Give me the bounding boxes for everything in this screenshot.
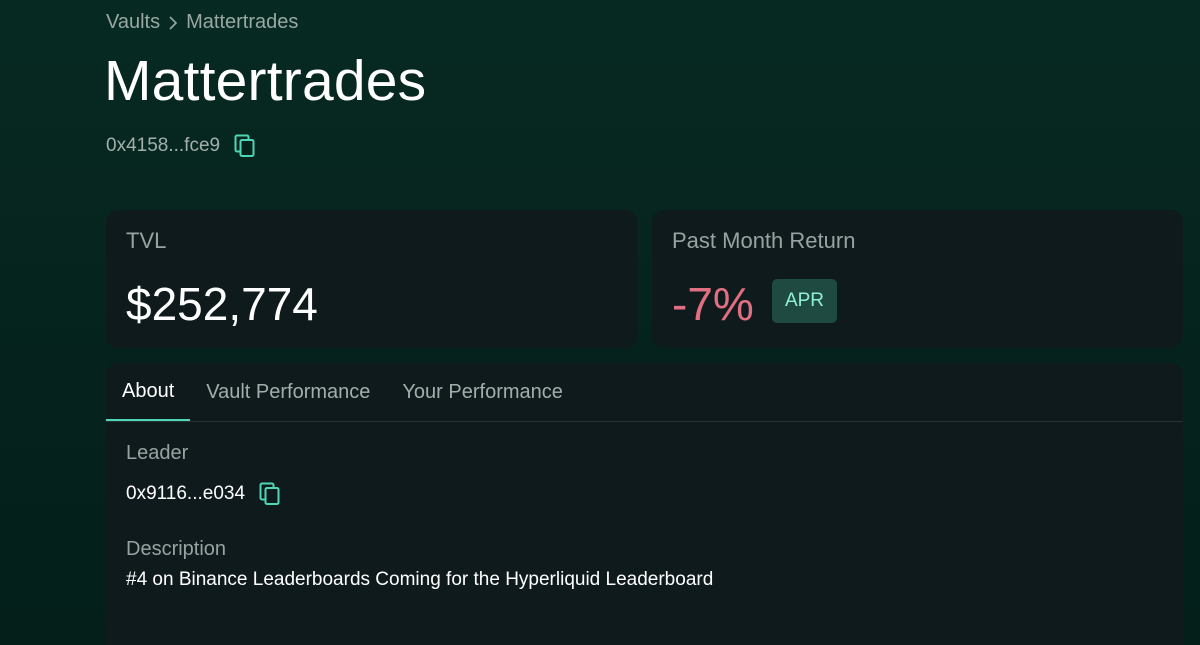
copy-icon[interactable] <box>259 482 281 506</box>
vault-address-row: 0x4158...fce9 <box>106 134 256 158</box>
leader-address: 0x9116...e034 <box>126 483 246 504</box>
past-month-return-value: -7% <box>672 278 754 330</box>
tab-vault-performance[interactable]: Vault Performance <box>190 363 386 421</box>
copy-icon[interactable] <box>234 134 256 158</box>
leader-row: 0x9116...e034 <box>126 482 281 506</box>
breadcrumb-vaults-link[interactable]: Vaults <box>106 11 160 34</box>
tvl-card: TVL $252,774 <box>106 210 637 348</box>
past-month-return-label: Past Month Return <box>672 228 856 253</box>
tab-your-performance[interactable]: Your Performance <box>386 363 578 421</box>
tvl-value: $252,774 <box>126 278 318 330</box>
description-label: Description <box>126 538 227 560</box>
past-month-return-card: Past Month Return -7% APR <box>652 210 1183 348</box>
tvl-label: TVL <box>126 228 167 253</box>
chevron-right-icon <box>169 15 178 30</box>
breadcrumb-current: Mattertrades <box>186 11 299 33</box>
page-title: Mattertrades <box>104 49 427 113</box>
tab-bar: About Vault Performance Your Performance <box>106 363 1183 422</box>
description-text: #4 on Binance Leaderboards Coming for th… <box>126 569 714 590</box>
leader-label: Leader <box>126 442 189 464</box>
apr-toggle-button[interactable]: APR <box>772 279 837 323</box>
tab-about[interactable]: About <box>106 363 191 421</box>
vault-details-panel: About Vault Performance Your Performance… <box>106 363 1183 645</box>
breadcrumb: Vaults Mattertrades <box>106 11 298 34</box>
vault-address: 0x4158...fce9 <box>106 135 221 156</box>
